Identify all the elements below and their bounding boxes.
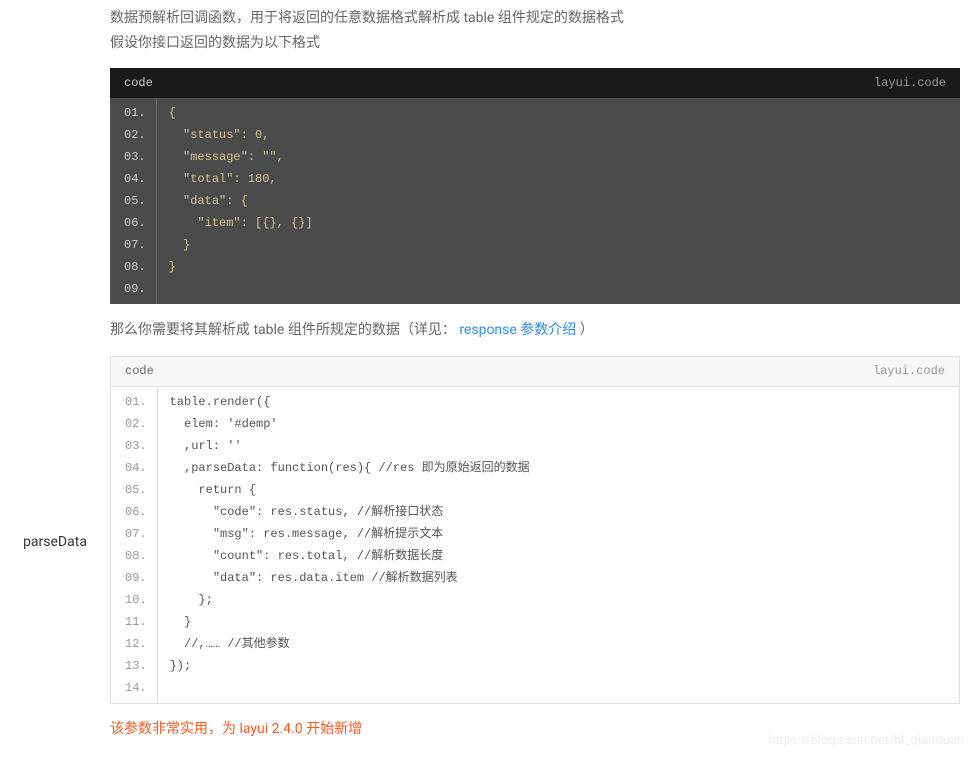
- description-2: 那么你需要将其解析成 table 组件所规定的数据（详见： response 参…: [110, 318, 960, 343]
- code-content[interactable]: { "status": 0, "message": "", "total": 1…: [157, 98, 960, 304]
- desc-line-2: 假设你接口返回的数据为以下格式: [110, 31, 960, 56]
- right-col: 数据预解析回调函数，用于将返回的任意数据格式解析成 table 组件规定的数据格…: [110, 6, 974, 738]
- code-content-2[interactable]: table.render({ elem: '#demp' ,url: '' ,p…: [158, 387, 959, 703]
- code-body-2: 01. 02. 03. 04. 05. 06. 07. 08. 09. 10. …: [111, 387, 959, 703]
- code-title-2: code: [125, 364, 154, 378]
- code-title: code: [124, 76, 153, 90]
- code-block-js: code layui.code 01. 02. 03. 04. 05. 06. …: [110, 356, 960, 704]
- desc-line-1: 数据预解析回调函数，用于将返回的任意数据格式解析成 table 组件规定的数据格…: [110, 6, 960, 31]
- response-link[interactable]: response 参数介绍: [459, 322, 576, 338]
- code-block-json: code layui.code 01. 02. 03. 04. 05. 06. …: [110, 68, 960, 304]
- desc3-a: 那么你需要将其解析成 table 组件所规定的数据（详见：: [110, 322, 459, 338]
- code-lay: layui.code: [874, 76, 946, 90]
- left-col: parseData: [0, 6, 110, 738]
- code-header-2: code layui.code: [111, 357, 959, 387]
- line-numbers: 01. 02. 03. 04. 05. 06. 07. 08. 09.: [110, 98, 157, 304]
- line-numbers-2: 01. 02. 03. 04. 05. 06. 07. 08. 09. 10. …: [111, 387, 158, 703]
- watermark: https://blog.csdn.net/hl_qianduan: [768, 733, 964, 748]
- code-header: code layui.code: [110, 68, 960, 98]
- description: 数据预解析回调函数，用于将返回的任意数据格式解析成 table 组件规定的数据格…: [110, 6, 960, 56]
- code-body: 01. 02. 03. 04. 05. 06. 07. 08. 09. { "s…: [110, 98, 960, 304]
- doc-row: parseData 数据预解析回调函数，用于将返回的任意数据格式解析成 tabl…: [0, 0, 974, 758]
- param-name: parseData: [23, 194, 87, 550]
- desc3-b: ）: [580, 322, 594, 338]
- code-lay-2: layui.code: [873, 364, 945, 378]
